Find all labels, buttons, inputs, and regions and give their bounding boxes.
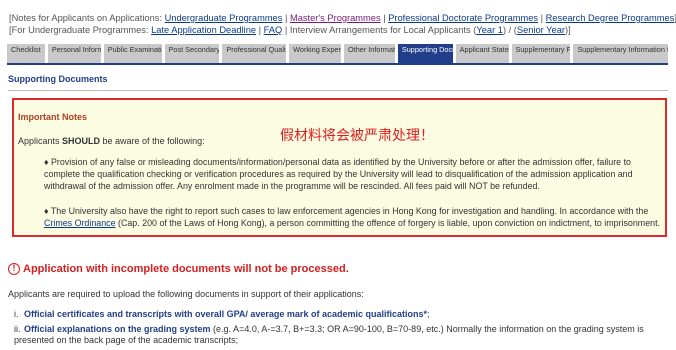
notice-lead: Applicants SHOULD be aware of the follow… xyxy=(18,136,205,146)
chinese-warning-overlay: 假材料将会被严肃处理！ xyxy=(280,128,434,144)
tab-applicant-statement[interactable]: Applicant Statement xyxy=(455,44,509,63)
step-tabs: Checklist Personal Information Public Ex… xyxy=(7,44,668,65)
late-deadline-link[interactable]: Late Application Deadline xyxy=(151,25,256,35)
notes-line-1: [Notes for Applicants on Applications: U… xyxy=(9,13,676,23)
masters-link[interactable]: Master's Programmes xyxy=(290,13,381,23)
faq-link[interactable]: FAQ xyxy=(264,25,283,35)
incomplete-warning: ! Application with incomplete documents … xyxy=(8,263,349,275)
senior-year-link[interactable]: Senior Year xyxy=(517,25,565,35)
undergraduate-link[interactable]: Undergraduate Programmes xyxy=(165,13,283,23)
requirement-item: ii. Official explanations on the grading … xyxy=(14,324,644,345)
notice-bullet-law-enforcement: ♦ The University also have the right to … xyxy=(44,206,660,228)
important-notes-box: Important Notes 假材料将会被严肃处理！ Applicants S… xyxy=(12,98,667,237)
crimes-ordinance-link[interactable]: Crimes Ordinance xyxy=(44,218,116,228)
notes-line-2: [For Undergraduate Programmes: Late Appl… xyxy=(9,25,571,35)
page: [Notes for Applicants on Applications: U… xyxy=(0,0,676,350)
tab-supplementary-form[interactable]: Supplementary Form xyxy=(511,44,571,63)
important-notes-heading: Important Notes xyxy=(18,112,88,122)
tab-checklist[interactable]: Checklist xyxy=(7,44,45,63)
tab-working-experience[interactable]: Working Experience xyxy=(289,44,341,63)
tab-supplementary-non-local[interactable]: Supplementary Information for Non-Local … xyxy=(573,44,668,63)
notice-bullet-false-documents: ♦ Provision of any false or misleading d… xyxy=(44,157,633,191)
tab-personal-information[interactable]: Personal Information xyxy=(47,44,101,63)
year1-link[interactable]: Year 1 xyxy=(476,25,503,35)
research-degree-link[interactable]: Research Degree Programmes xyxy=(546,13,675,23)
section-title: Supporting Documents xyxy=(8,74,108,84)
notes-bar: [Notes for Applicants on Applications: U… xyxy=(0,0,676,36)
tab-public-examinations[interactable]: Public Examinations xyxy=(103,44,162,63)
tab-other-information[interactable]: Other Information xyxy=(344,44,395,63)
professional-doctorate-link[interactable]: Professional Doctorate Programmes xyxy=(388,13,538,23)
warning-icon: ! xyxy=(8,263,20,275)
documents-intro: Applicants are required to upload the fo… xyxy=(8,289,364,299)
notes-prefix: [Notes for Applicants on Applications: xyxy=(9,13,165,23)
tab-post-secondary-education[interactable]: Post Secondary Education xyxy=(164,44,220,63)
tab-professional-qualifications[interactable]: Professional Qualifications xyxy=(222,44,287,63)
divider xyxy=(8,90,668,91)
requirement-item: i. Official certificates and transcripts … xyxy=(14,309,430,319)
incomplete-warning-text: Application with incomplete documents wi… xyxy=(23,263,349,275)
tab-supporting-documents[interactable]: Supporting Documents xyxy=(397,44,453,63)
